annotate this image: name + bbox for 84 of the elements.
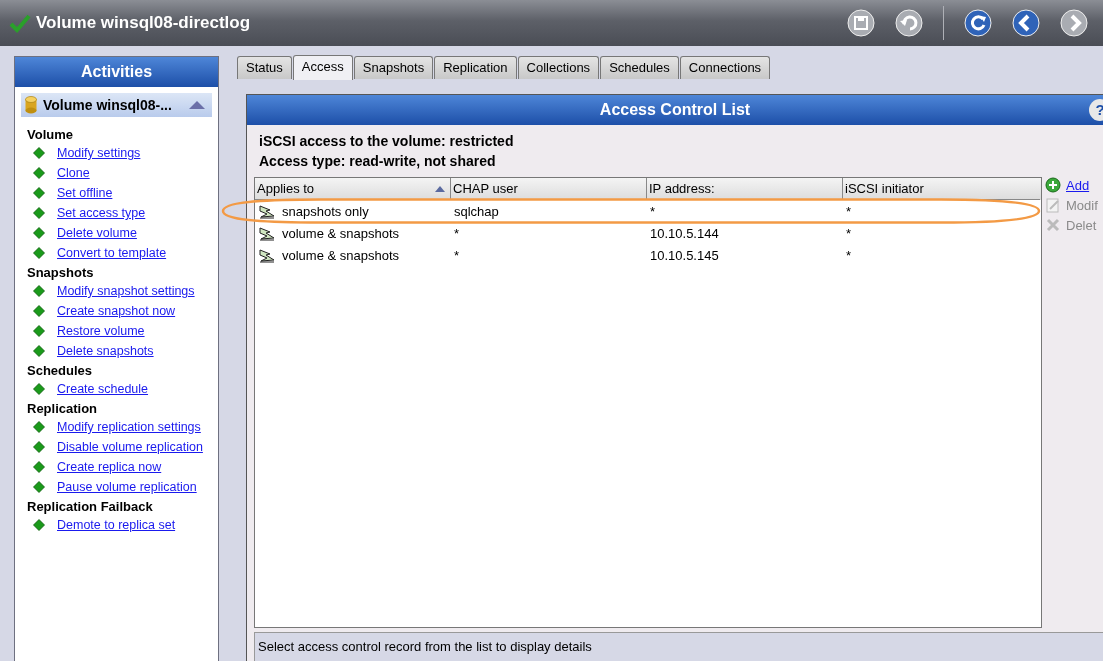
table-cell: snapshots only bbox=[282, 203, 369, 219]
cross-icon bbox=[1045, 217, 1061, 233]
diamond-icon bbox=[33, 461, 45, 473]
section-heading: Replication bbox=[26, 400, 99, 417]
status-bar: Select access control record from the list to display details bbox=[254, 632, 1103, 661]
table-cell-text: * bbox=[453, 246, 461, 265]
diamond-icon bbox=[33, 383, 45, 395]
database-icon bbox=[25, 96, 37, 114]
action-link[interactable]: Modify replication settings bbox=[57, 420, 201, 434]
diamond-icon bbox=[33, 519, 45, 531]
diamond-icon bbox=[33, 207, 45, 219]
section-heading: Snapshots bbox=[26, 264, 95, 281]
column-header[interactable]: IP address: bbox=[647, 178, 843, 200]
tab[interactable]: Schedules bbox=[600, 56, 679, 79]
table-cell-text: * bbox=[453, 224, 461, 243]
action-link[interactable]: Disable volume replication bbox=[57, 440, 203, 454]
action-link[interactable]: Create replica now bbox=[57, 460, 162, 474]
section-heading: Replication Failback bbox=[26, 498, 154, 515]
refresh-button[interactable] bbox=[964, 9, 992, 37]
sidebar-title: Activities bbox=[15, 57, 218, 87]
action-link[interactable]: Restore volume bbox=[57, 324, 145, 338]
table-cell-text: 10.10.5.145 bbox=[649, 246, 720, 265]
window-title: Volume winsql08-directlog bbox=[36, 13, 251, 33]
action-link[interactable]: Clone bbox=[57, 166, 90, 180]
section-heading: Schedules bbox=[26, 362, 94, 379]
tab[interactable]: Snapshots bbox=[353, 56, 434, 79]
column-header[interactable]: iSCSI initiator bbox=[843, 178, 1040, 200]
object-label: Volume winsql08-... bbox=[43, 97, 172, 113]
object-header[interactable]: Volume winsql08-... bbox=[21, 93, 212, 117]
info-text: iSCSI access to the volume: restricted bbox=[259, 132, 515, 151]
diamond-icon bbox=[33, 325, 45, 337]
header-label: Applies to bbox=[257, 181, 315, 196]
action-link[interactable]: Create snapshot now bbox=[57, 304, 176, 318]
table-cell-text: * bbox=[845, 224, 853, 243]
action-link[interactable]: Demote to replica set bbox=[57, 518, 176, 532]
help-button[interactable]: ? bbox=[1089, 99, 1103, 121]
header-label: IP address: bbox=[649, 181, 715, 196]
diamond-icon bbox=[33, 441, 45, 453]
table-cell: volume & snapshots bbox=[282, 225, 400, 241]
add-icon bbox=[1045, 177, 1061, 193]
diamond-icon bbox=[33, 187, 45, 199]
diamond-icon bbox=[33, 285, 45, 297]
tab[interactable]: Status bbox=[237, 56, 292, 79]
table-cell-text: 10.10.5.144 bbox=[649, 224, 720, 243]
action-link[interactable]: Create schedule bbox=[57, 382, 149, 396]
table-cell-text: sqlchap bbox=[453, 202, 500, 221]
table-cell: volume & snapshots bbox=[282, 247, 400, 263]
info-text: Access type: read-write, not shared bbox=[259, 152, 497, 171]
access-rule-icon bbox=[258, 247, 276, 263]
diamond-icon bbox=[33, 167, 45, 179]
add-link[interactable]: Add bbox=[1045, 177, 1098, 193]
diamond-icon bbox=[33, 345, 45, 357]
tab[interactable]: Replication bbox=[434, 56, 517, 79]
action-link[interactable]: Set access type bbox=[57, 206, 146, 220]
action-link[interactable]: Delete volume bbox=[57, 226, 137, 240]
action-link[interactable]: Pause volume replication bbox=[57, 480, 197, 494]
section-heading: Volume bbox=[26, 126, 74, 143]
check-icon bbox=[8, 13, 32, 33]
tab[interactable]: Access bbox=[292, 55, 353, 80]
action-link[interactable]: Delete snapshots bbox=[57, 344, 154, 358]
diamond-icon bbox=[33, 147, 45, 159]
diamond-icon bbox=[33, 481, 45, 493]
table-cell-text: * bbox=[649, 202, 657, 221]
tab[interactable]: Collections bbox=[517, 56, 600, 79]
diamond-icon bbox=[33, 305, 45, 317]
action-link[interactable]: Set offline bbox=[57, 186, 113, 200]
back-button[interactable] bbox=[1012, 9, 1040, 37]
table-cell-text: * bbox=[845, 202, 853, 221]
column-header[interactable]: CHAP user bbox=[451, 178, 647, 200]
header-label: iSCSI initiator bbox=[845, 181, 924, 196]
action-link[interactable]: Convert to template bbox=[57, 246, 167, 260]
diamond-icon bbox=[33, 421, 45, 433]
panel-title: Access Control List bbox=[599, 101, 751, 119]
table-cell-text: * bbox=[845, 246, 853, 265]
tab[interactable]: Connections bbox=[679, 56, 771, 79]
edit-icon bbox=[1045, 197, 1061, 213]
header-label: CHAP user bbox=[453, 181, 518, 196]
access-rule-icon bbox=[258, 225, 276, 241]
action-link[interactable]: Modify settings bbox=[57, 146, 141, 160]
diamond-icon bbox=[33, 247, 45, 259]
diamond-icon bbox=[33, 227, 45, 239]
action-link[interactable]: Modify snapshot settings bbox=[57, 284, 195, 298]
access-rule-icon bbox=[258, 203, 276, 219]
column-header[interactable]: Applies to bbox=[255, 178, 451, 200]
